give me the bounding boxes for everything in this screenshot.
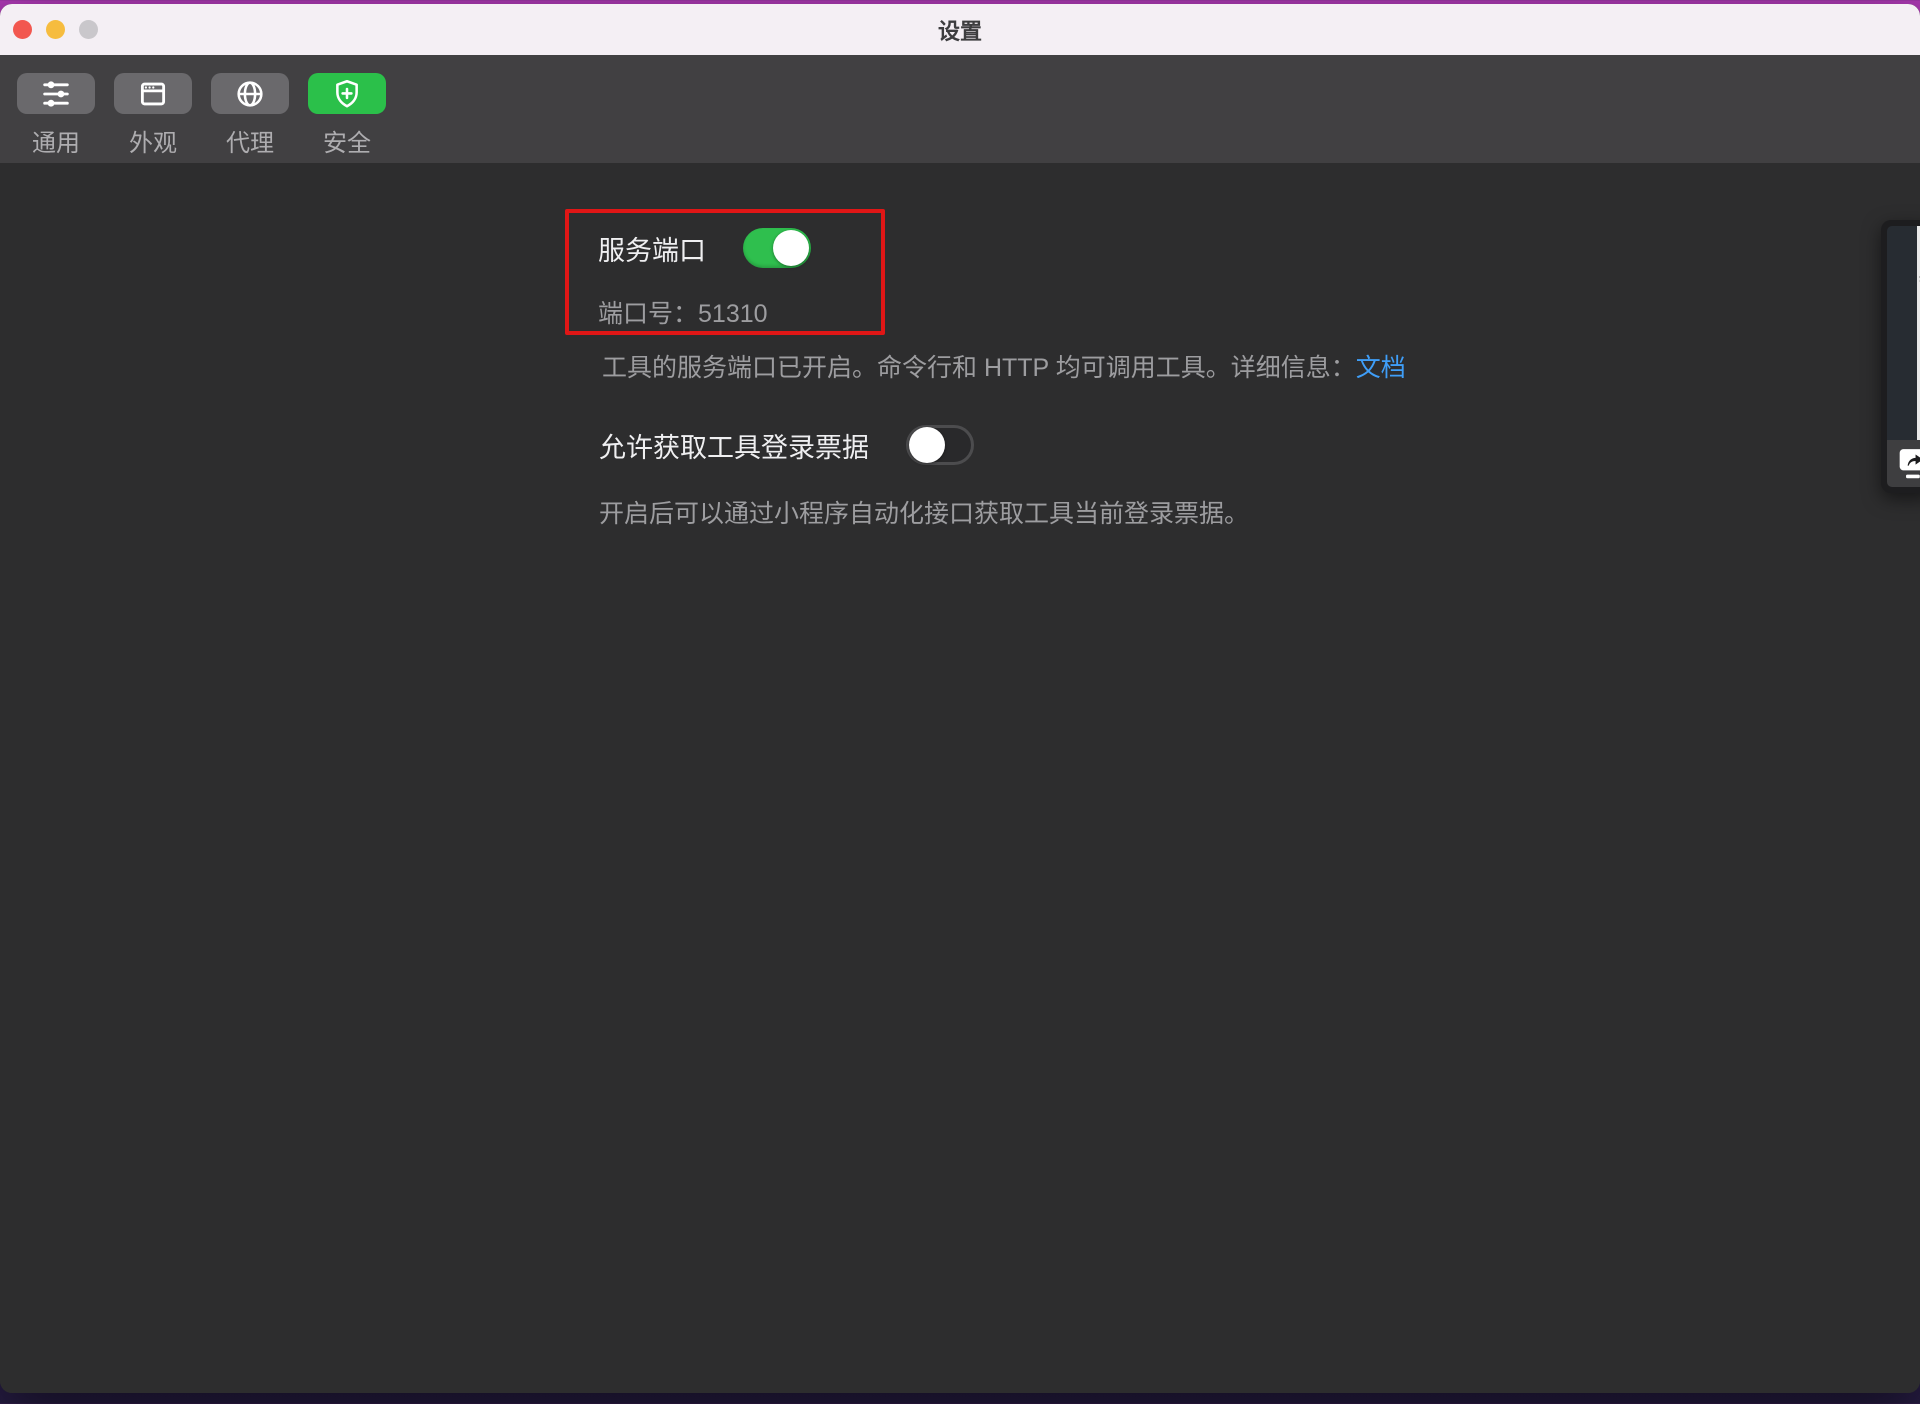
tab-security-label: 安全 bbox=[323, 123, 371, 158]
port-number-value: 51310 bbox=[698, 300, 768, 328]
toggle-knob bbox=[909, 427, 945, 463]
tab-proxy[interactable]: 代理 bbox=[211, 73, 289, 158]
tab-proxy-label: 代理 bbox=[226, 123, 274, 158]
settings-window: 设置 通用 外观 bbox=[0, 4, 1920, 1393]
tab-general-label: 通用 bbox=[32, 123, 80, 158]
globe-icon bbox=[211, 73, 289, 114]
login-ticket-description: 开启后可以通过小程序自动化接口获取工具当前登录票据。 bbox=[599, 494, 1249, 530]
tab-appearance[interactable]: 外观 bbox=[114, 73, 192, 158]
screenshot-thumbnail[interactable] bbox=[1881, 220, 1920, 493]
toggle-knob bbox=[773, 230, 809, 266]
window-title: 设置 bbox=[0, 4, 1920, 55]
window-icon bbox=[114, 73, 192, 114]
shield-plus-icon bbox=[308, 73, 386, 114]
toolbar: 通用 外观 代理 bbox=[0, 55, 1920, 163]
titlebar: 设置 bbox=[0, 4, 1920, 55]
service-port-description-text: 工具的服务端口已开启。命令行和 HTTP 均可调用工具。详细信息： bbox=[602, 354, 1356, 382]
settings-content: 服务端口 端口号：51310 工具的服务端口已开启。命令行和 HTTP 均可调用… bbox=[0, 163, 1920, 1393]
port-number-line: 端口号：51310 bbox=[598, 294, 768, 330]
login-ticket-label: 允许获取工具登录票据 bbox=[599, 426, 869, 465]
screenshot-thumbnail-preview bbox=[1887, 226, 1920, 440]
service-port-label: 服务端口 bbox=[598, 229, 706, 268]
login-ticket-toggle[interactable] bbox=[906, 425, 974, 465]
service-port-toggle[interactable] bbox=[743, 228, 811, 268]
login-ticket-row: 允许获取工具登录票据 bbox=[599, 423, 974, 467]
desktop: { "window": { "title": "设置", "traffic_li… bbox=[0, 0, 1920, 1404]
share-arrow-icon bbox=[1898, 446, 1920, 482]
service-port-description: 工具的服务端口已开启。命令行和 HTTP 均可调用工具。详细信息：文档 bbox=[602, 348, 1406, 384]
screenshot-thumbnail-footer bbox=[1887, 440, 1920, 487]
port-number-label: 端口号： bbox=[598, 300, 698, 328]
tab-appearance-label: 外观 bbox=[129, 123, 177, 158]
service-port-row: 服务端口 bbox=[598, 226, 811, 270]
sliders-icon bbox=[17, 73, 95, 114]
tab-general[interactable]: 通用 bbox=[17, 73, 95, 158]
tab-security[interactable]: 安全 bbox=[308, 73, 386, 158]
doc-link[interactable]: 文档 bbox=[1356, 354, 1406, 382]
